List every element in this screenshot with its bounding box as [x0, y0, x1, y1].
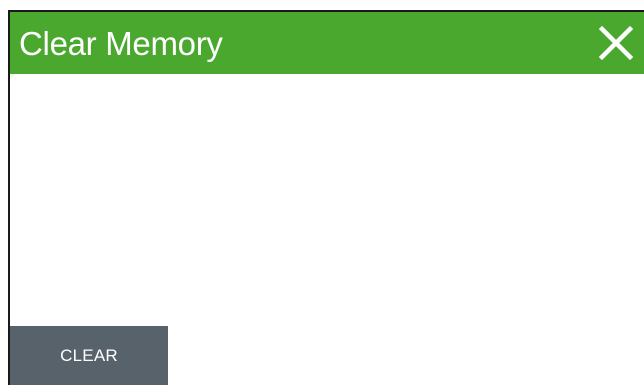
clear-button[interactable]: CLEAR — [10, 326, 168, 385]
close-icon — [598, 25, 634, 61]
dialog-title: Clear Memory — [19, 24, 223, 62]
close-button[interactable] — [594, 21, 638, 65]
dialog-titlebar: Clear Memory — [10, 12, 644, 74]
clear-memory-dialog: Clear Memory CLEAR — [8, 10, 644, 385]
